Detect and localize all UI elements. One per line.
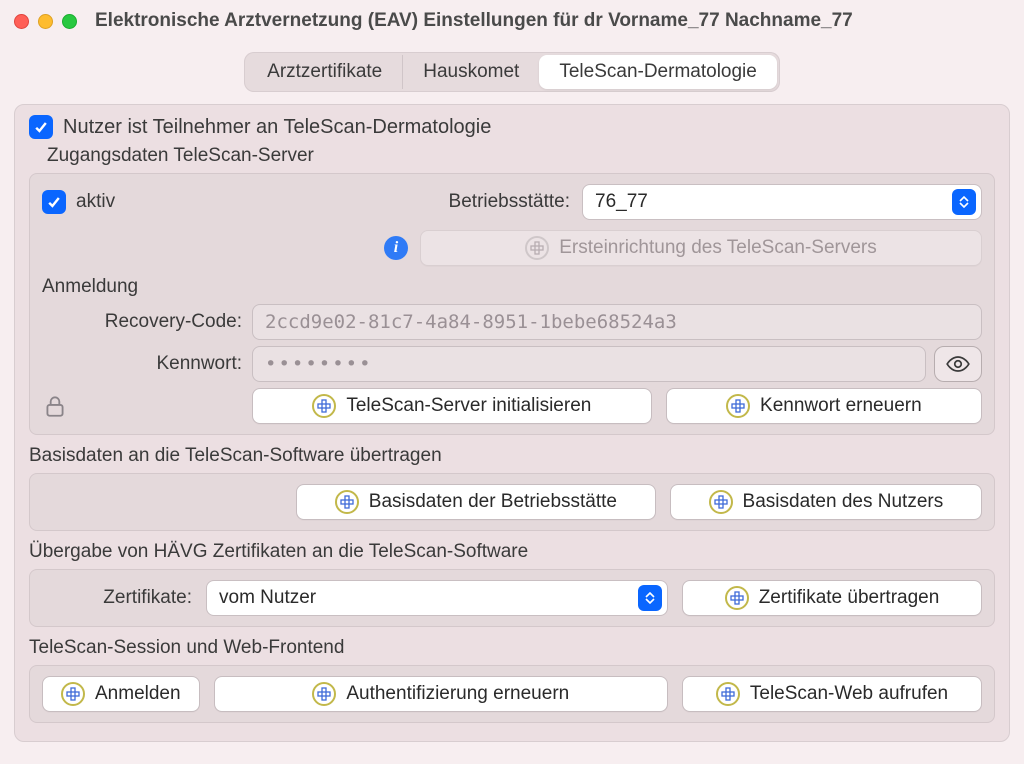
participant-label: Nutzer ist Teilnehmer an TeleScan-Dermat… <box>63 116 491 139</box>
grid-icon <box>61 682 85 706</box>
zoom-window-button[interactable] <box>62 14 77 29</box>
access-group: aktiv Betriebsstätte: 76_77 <box>29 173 995 435</box>
lock-icon <box>42 393 70 419</box>
renew-password-label: Kennwort erneuern <box>760 395 922 417</box>
zertifikate-row: Zertifikate: vom Nutzer <box>42 580 982 616</box>
anmeldung-title: Anmeldung <box>42 276 982 298</box>
credentials-grid: Recovery-Code: Kennwort: <box>42 304 982 424</box>
recovery-code-field[interactable] <box>252 304 982 340</box>
zertifikate-uebertragen-label: Zertifikate übertragen <box>759 587 940 609</box>
tabbar: Arztzertifikate Hauskomet TeleScan-Derma… <box>14 52 1010 92</box>
active-checkbox[interactable] <box>42 190 66 214</box>
betriebsstaette-select[interactable]: 76_77 <box>582 184 982 220</box>
zertifikate-value: vom Nutzer <box>219 587 316 609</box>
participant-row: Nutzer ist Teilnehmer an TeleScan-Dermat… <box>29 115 995 139</box>
basisdaten-nutzer-label: Basisdaten des Nutzers <box>743 491 944 513</box>
close-window-button[interactable] <box>14 14 29 29</box>
session-group: Anmelden Authentifizierung erneuern <box>29 665 995 723</box>
eye-icon <box>945 351 971 377</box>
reveal-password-button[interactable] <box>934 346 982 382</box>
basisdaten-betriebsstaette-button[interactable]: Basisdaten der Betriebsstätte <box>296 484 656 520</box>
window-title: Elektronische Arztvernetzung (EAV) Einst… <box>95 10 853 32</box>
info-icon[interactable]: i <box>384 236 408 260</box>
basisdaten-nutzer-button[interactable]: Basisdaten des Nutzers <box>670 484 982 520</box>
participant-checkbox[interactable] <box>29 115 53 139</box>
zertifikate-select[interactable]: vom Nutzer <box>206 580 668 616</box>
init-server-label: TeleScan-Server initialisieren <box>346 395 591 417</box>
active-label: aktiv <box>76 191 115 213</box>
basisdaten-betriebsstaette-label: Basisdaten der Betriebsstätte <box>369 491 617 513</box>
tab-telescan-dermatologie[interactable]: TeleScan-Dermatologie <box>539 55 777 89</box>
init-server-button[interactable]: TeleScan-Server initialisieren <box>252 388 652 424</box>
reauth-label: Authentifizierung erneuern <box>346 683 569 705</box>
zertifikate-select-wrap: vom Nutzer <box>206 580 668 616</box>
haevg-title: Übergabe von HÄVG Zertifikaten an die Te… <box>29 541 995 563</box>
basisdaten-buttons: Basisdaten der Betriebsstätte Basisdaten… <box>42 484 982 520</box>
haevg-group: Zertifikate: vom Nutzer <box>29 569 995 627</box>
active-row: aktiv Betriebsstätte: 76_77 <box>42 184 982 220</box>
grid-icon <box>716 682 740 706</box>
telescan-web-button[interactable]: TeleScan-Web aufrufen <box>682 676 982 712</box>
ersteinrichtung-label: Ersteinrichtung des TeleScan-Servers <box>559 237 877 259</box>
titlebar: Elektronische Arztvernetzung (EAV) Einst… <box>0 0 1024 42</box>
tab-arztzertifikate[interactable]: Arztzertifikate <box>247 55 403 89</box>
grid-icon <box>312 682 336 706</box>
grid-icon <box>725 586 749 610</box>
reauth-button[interactable]: Authentifizierung erneuern <box>214 676 668 712</box>
grid-icon <box>312 394 336 418</box>
kennwort-row <box>252 346 982 382</box>
kennwort-label: Kennwort: <box>42 353 242 375</box>
minimize-window-button[interactable] <box>38 14 53 29</box>
traffic-lights <box>14 14 77 29</box>
basisdaten-title: Basisdaten an die TeleScan-Software über… <box>29 445 995 467</box>
ersteinrichtung-row: i Ersteinrichtung des TeleScan-Servers <box>42 230 982 266</box>
betriebsstaette-select-wrap: 76_77 <box>582 184 982 220</box>
telescan-web-label: TeleScan-Web aufrufen <box>750 683 948 705</box>
grid-icon <box>525 236 549 260</box>
grid-icon <box>709 490 733 514</box>
zertifikate-uebertragen-button[interactable]: Zertifikate übertragen <box>682 580 982 616</box>
zertifikate-label: Zertifikate: <box>42 587 192 609</box>
access-title: Zugangsdaten TeleScan-Server <box>47 145 995 167</box>
betriebsstaette-label: Betriebsstätte: <box>449 191 570 213</box>
renew-password-button[interactable]: Kennwort erneuern <box>666 388 982 424</box>
content-area: Arztzertifikate Hauskomet TeleScan-Derma… <box>0 42 1024 756</box>
tab-hauskomet[interactable]: Hauskomet <box>403 55 539 89</box>
grid-icon <box>726 394 750 418</box>
app-window: Elektronische Arztvernetzung (EAV) Einst… <box>0 0 1024 764</box>
grid-icon <box>335 490 359 514</box>
kennwort-field[interactable] <box>252 346 926 382</box>
recovery-code-label: Recovery-Code: <box>42 311 242 333</box>
telescan-panel: Nutzer ist Teilnehmer an TeleScan-Dermat… <box>14 104 1010 742</box>
anmelden-button[interactable]: Anmelden <box>42 676 200 712</box>
session-title: TeleScan-Session und Web-Frontend <box>29 637 995 659</box>
session-buttons: Anmelden Authentifizierung erneuern <box>42 676 982 712</box>
anmelden-label: Anmelden <box>95 683 181 705</box>
ersteinrichtung-button[interactable]: Ersteinrichtung des TeleScan-Servers <box>420 230 982 266</box>
tabs: Arztzertifikate Hauskomet TeleScan-Derma… <box>244 52 780 92</box>
basisdaten-group: Basisdaten der Betriebsstätte Basisdaten… <box>29 473 995 531</box>
server-buttons: TeleScan-Server initialisieren Kennwort … <box>252 388 982 424</box>
betriebsstaette-value: 76_77 <box>595 191 648 213</box>
